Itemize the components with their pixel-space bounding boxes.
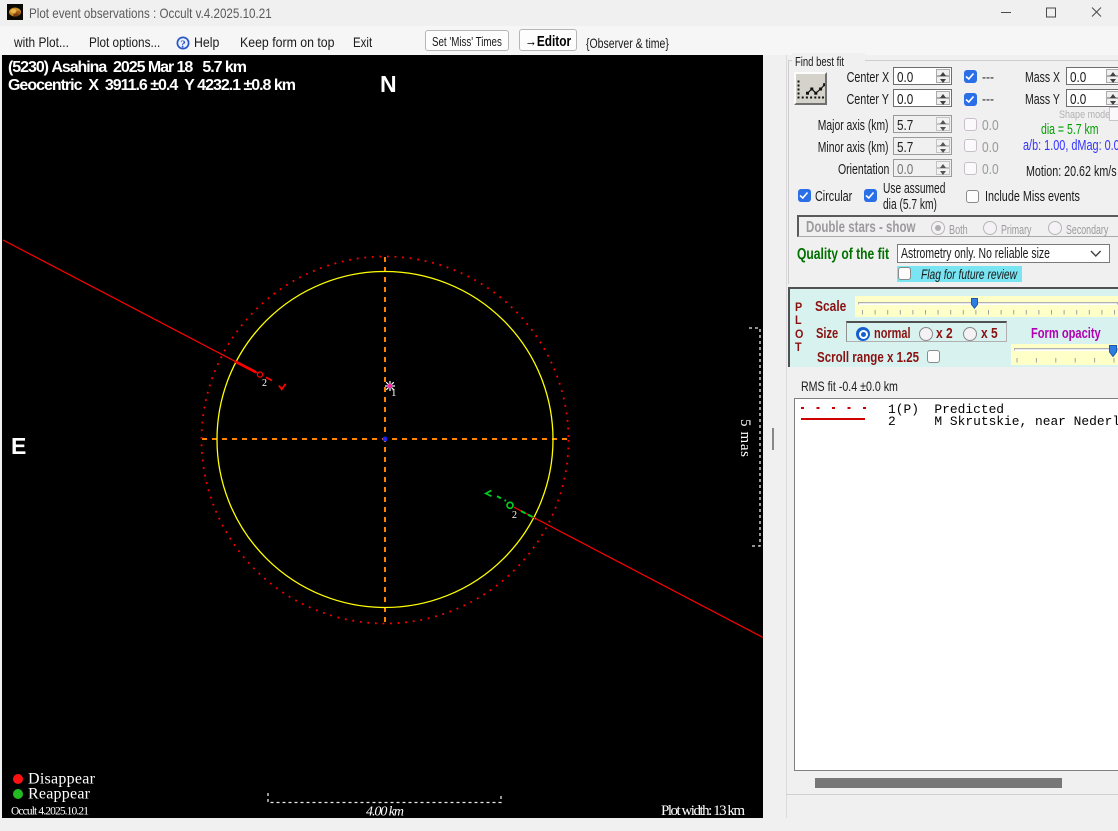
svg-text:Geocentric X 3911.6 ±0.4 Y: Geocentric X 3911.6 ±0.4 Y 4232.1 ±0.8 k… — [8, 77, 296, 94]
svg-text:5 mas: 5 mas — [737, 419, 753, 457]
svg-text:2: 2 — [512, 510, 517, 521]
svg-text:(5230) Asahina 2025 Mar 18: (5230) Asahina 2025 Mar 18 5.7 km — [8, 59, 247, 76]
svg-text:E: E — [11, 433, 26, 459]
svg-text:Occult 4.2025.10.21: Occult 4.2025.10.21 — [11, 806, 89, 818]
svg-text:Reappear: Reappear — [28, 786, 91, 803]
svg-text:2: 2 — [262, 378, 267, 389]
svg-text:2 M Skrutskie, near Nederl: 2 M Skrutskie, near Nederla — [888, 414, 1118, 429]
svg-text:1: 1 — [391, 387, 397, 399]
svg-text:?: ? — [180, 39, 186, 51]
svg-text:Plot width: 13 km: Plot width: 13 km — [661, 803, 745, 818]
svg-text:N: N — [380, 71, 397, 97]
svg-text:4.00 km: 4.00 km — [366, 805, 404, 819]
